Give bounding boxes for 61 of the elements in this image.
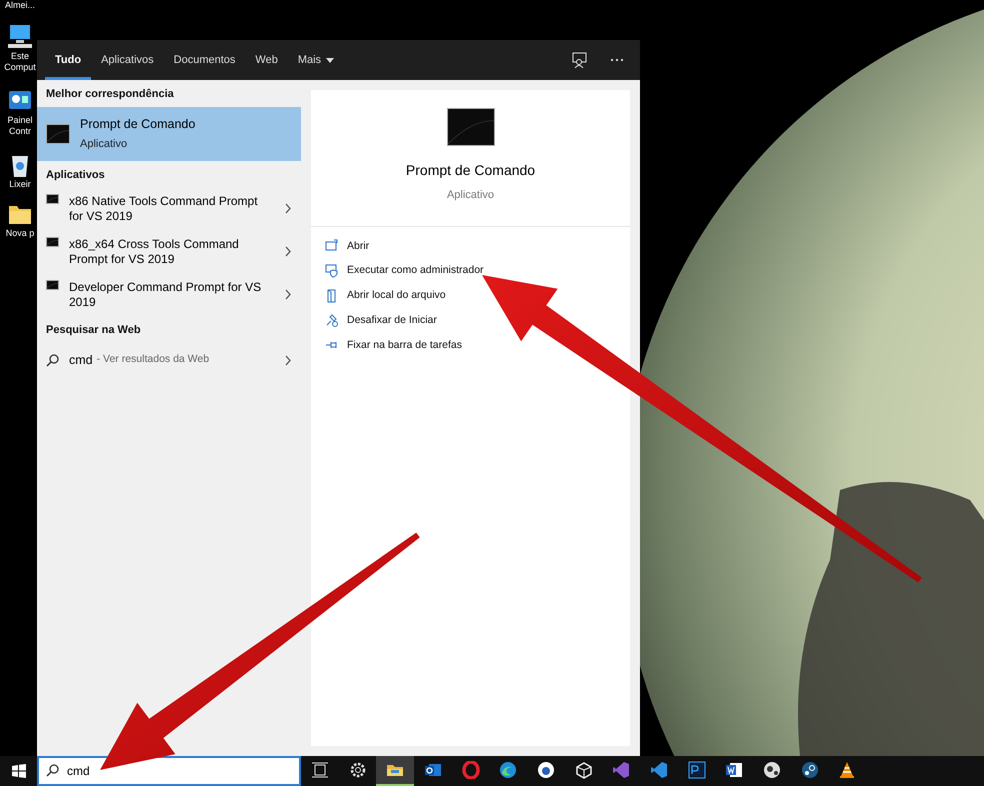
- app-result[interactable]: x86 Native Tools Command Prompt for VS 2019: [37, 187, 301, 230]
- chevron-right-icon[interactable]: [285, 246, 292, 258]
- desktop-icon-label[interactable]: Nova p: [6, 228, 34, 239]
- result-title: Prompt de Comando: [80, 116, 196, 133]
- action-link[interactable]: Fixar na barra de tarefas: [325, 336, 616, 356]
- cube-icon: [574, 761, 593, 779]
- terminal-icon: [46, 280, 59, 290]
- action-link[interactable]: Abrir local do arquivo: [325, 286, 616, 306]
- mail-icon: [424, 761, 442, 779]
- result-type: Aplicativo: [80, 137, 128, 152]
- more-options-icon[interactable]: [610, 58, 624, 62]
- terminal-icon: [46, 237, 59, 248]
- computer-icon[interactable]: [6, 23, 34, 51]
- section-heading: Aplicativos: [45, 168, 106, 183]
- filter-tab[interactable]: Mais: [288, 40, 344, 80]
- app-result[interactable]: x86_x64 Cross Tools Command Prompt for VS 2019: [37, 230, 301, 274]
- task-view-icon: [310, 761, 329, 779]
- feedback-icon[interactable]: [572, 52, 588, 68]
- result-title: x86 Native Tools Command Prompt for VS 2019: [69, 194, 259, 224]
- best-match-result[interactable]: Prompt de Comando Aplicativo: [37, 106, 301, 161]
- taskbar-search-field[interactable]: cmd: [37, 756, 301, 786]
- app-title: Prompt de Comando: [406, 161, 536, 180]
- desktop-icon-label[interactable]: Almei...: [4, 0, 35, 11]
- windows-start-icon[interactable]: [12, 764, 26, 778]
- code-editor-icon: [650, 761, 668, 779]
- media-player-icon: [763, 761, 782, 779]
- terminal-icon: [46, 194, 59, 204]
- web-results-hint: - Ver resultados da Web: [96, 352, 210, 368]
- filter-tab[interactable]: Documentos: [164, 40, 246, 80]
- desktop-icon-label[interactable]: Painel Contr: [7, 115, 33, 137]
- app-type: Aplicativo: [446, 188, 494, 203]
- open-window-icon: [325, 239, 338, 254]
- globe-icon: [536, 761, 555, 779]
- app-result[interactable]: Developer Command Prompt for VS 2019: [37, 273, 301, 316]
- chevron-right-icon[interactable]: [285, 354, 292, 366]
- folder-button[interactable]: [376, 756, 414, 786]
- action-link[interactable]: Abrir: [325, 236, 616, 256]
- search-query: cmd: [69, 352, 93, 369]
- terminal-icon: [446, 108, 494, 146]
- settings-icon: [348, 761, 367, 779]
- desktop-icon-label[interactable]: Este Comput: [4, 51, 36, 73]
- search-icon: [46, 354, 59, 367]
- action-link[interactable]: Desafixar de Iniciar: [325, 310, 616, 330]
- chevron-right-icon[interactable]: [285, 203, 292, 214]
- search-icon: [46, 764, 59, 777]
- traffic-cone-icon: [838, 761, 856, 779]
- action-link[interactable]: Executar como administrador: [325, 261, 616, 281]
- result-title: Developer Command Prompt for VS 2019: [69, 280, 262, 310]
- section-heading: Pesquisar na Web: [45, 323, 142, 338]
- chevron-right-icon[interactable]: [285, 289, 292, 300]
- desktop-icon-label[interactable]: Lixeir: [9, 179, 31, 190]
- shield-icon: [325, 264, 338, 278]
- result-title: x86_x64 Cross Tools Command Prompt for VS 2019: [69, 236, 240, 267]
- unpin-icon: [325, 314, 338, 328]
- caret-icon: [326, 58, 334, 62]
- document-icon: [325, 288, 338, 303]
- web-search-result[interactable]: cmd - Ver resultados da Web: [37, 342, 301, 378]
- filter-tab[interactable]: Aplicativos: [91, 40, 164, 80]
- terminal-icon: [46, 124, 70, 144]
- filter-tab[interactable]: Web: [245, 40, 288, 80]
- section-heading: Melhor correspondência: [45, 87, 175, 102]
